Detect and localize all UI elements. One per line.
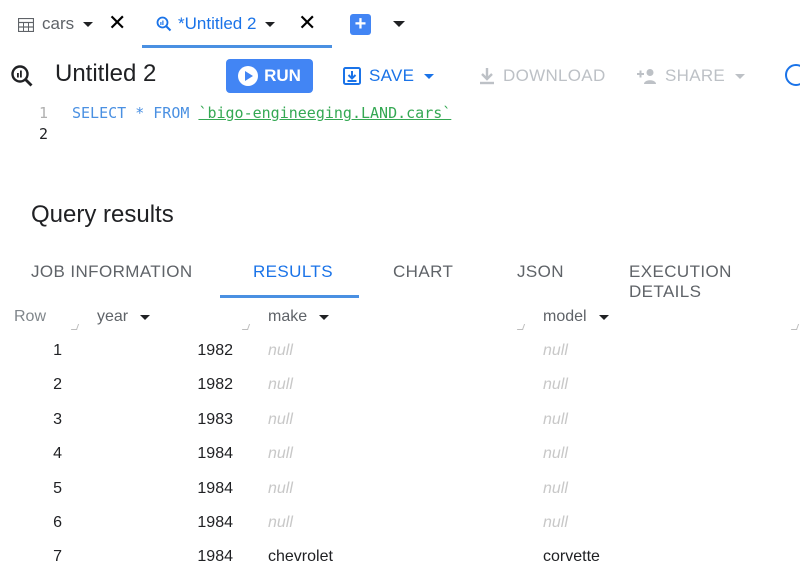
sort-menu-icon[interactable]: [140, 314, 151, 320]
download-label: DOWNLOAD: [503, 66, 606, 85]
chevron-down-icon[interactable]: [424, 73, 435, 79]
cell-model: null: [543, 445, 568, 462]
cell-year: 1984: [197, 514, 233, 531]
active-tab-indicator: [142, 45, 332, 48]
save-icon: [343, 67, 361, 85]
cell-year: 1983: [197, 411, 233, 428]
close-icon[interactable]: ✕: [298, 12, 316, 34]
table-reference-link[interactable]: `bigo-engineeging.LAND.cars`: [198, 104, 451, 122]
add-person-icon: [636, 68, 658, 84]
cell-model: null: [543, 411, 568, 428]
cell-model: corvette: [543, 548, 600, 565]
schedule-icon[interactable]: [785, 64, 800, 86]
row-number: 1: [53, 342, 62, 359]
row-number: 5: [53, 480, 62, 497]
cell-make: null: [268, 514, 293, 531]
cell-model: null: [543, 514, 568, 531]
table-row[interactable]: 5 1984 null null: [0, 472, 800, 506]
tab-untitled-2[interactable]: *Untitled 2 ✕: [142, 0, 332, 48]
column-header-row: Row: [14, 308, 46, 326]
sql-code: SELECT * FROM `bigo-engineeging.LAND.car…: [72, 102, 451, 124]
row-number: 3: [53, 411, 62, 428]
save-label: SAVE: [369, 66, 415, 85]
query-title[interactable]: Untitled 2: [55, 60, 156, 88]
chevron-down-icon[interactable]: [735, 73, 746, 79]
download-button[interactable]: DOWNLOAD: [479, 59, 606, 93]
tab-label: cars: [42, 14, 75, 33]
share-button[interactable]: SHARE: [636, 59, 746, 93]
column-label: model: [543, 308, 587, 325]
cell-year: 1984: [197, 445, 233, 462]
query-icon: [10, 64, 34, 93]
sql-keywords: SELECT * FROM: [72, 104, 199, 122]
column-resize-handle[interactable]: [516, 324, 526, 330]
cell-make: chevrolet: [268, 548, 333, 565]
line-number: 1: [38, 104, 48, 122]
cell-model: null: [543, 376, 568, 393]
column-label: year: [97, 308, 129, 325]
tab-execution-details[interactable]: EXECUTION DETAILS: [629, 262, 800, 302]
chevron-down-icon[interactable]: [265, 21, 276, 27]
line-number: 2: [38, 125, 48, 143]
results-table-header: Row year make model: [0, 302, 800, 336]
table-row[interactable]: 4 1984 null null: [0, 437, 800, 471]
share-label: SHARE: [665, 66, 726, 85]
chevron-down-icon[interactable]: [393, 21, 405, 27]
cell-make: null: [268, 411, 293, 428]
cell-year: 1984: [197, 548, 233, 565]
column-header-make[interactable]: make: [268, 308, 330, 326]
query-icon: [156, 16, 172, 32]
run-label: RUN: [264, 66, 301, 85]
chevron-down-icon[interactable]: [83, 21, 94, 27]
table-icon: [17, 17, 35, 33]
column-resize-handle[interactable]: [70, 324, 80, 330]
row-number: 6: [53, 514, 62, 531]
tab-json[interactable]: JSON: [517, 262, 564, 282]
column-resize-handle[interactable]: [241, 324, 251, 330]
cell-year: 1982: [197, 376, 233, 393]
table-row[interactable]: 1 1982 null null: [0, 334, 800, 368]
play-icon: [238, 66, 259, 86]
column-label: make: [268, 308, 308, 325]
cell-make: null: [268, 342, 293, 359]
close-icon[interactable]: ✕: [108, 12, 126, 34]
column-header-model[interactable]: model: [543, 308, 609, 326]
tab-results[interactable]: RESULTS: [253, 262, 333, 282]
run-button[interactable]: RUN: [226, 59, 313, 93]
sort-menu-icon[interactable]: [319, 314, 330, 320]
tab-cars[interactable]: cars ✕: [17, 0, 130, 48]
tab-chart[interactable]: CHART: [393, 262, 453, 282]
save-button[interactable]: SAVE: [343, 59, 435, 93]
download-icon: [479, 67, 495, 85]
table-row[interactable]: 7 1984 chevrolet corvette: [0, 540, 800, 572]
column-header-year[interactable]: year: [97, 308, 151, 326]
cell-year: 1982: [197, 342, 233, 359]
active-results-tab-indicator: [220, 295, 359, 298]
tab-job-information[interactable]: JOB INFORMATION: [31, 262, 193, 282]
sql-editor[interactable]: 1 SELECT * FROM `bigo-engineeging.LAND.c…: [0, 100, 800, 160]
column-resize-handle[interactable]: [790, 324, 800, 330]
table-row[interactable]: 3 1983 null null: [0, 403, 800, 437]
results-heading: Query results: [31, 201, 174, 228]
query-tab-strip: cars ✕ *Untitled 2 ✕ +: [0, 0, 800, 48]
row-number: 7: [53, 548, 62, 565]
sort-menu-icon[interactable]: [598, 314, 609, 320]
tab-label: *Untitled 2: [178, 14, 257, 33]
cell-model: null: [543, 342, 568, 359]
table-row[interactable]: 2 1982 null null: [0, 368, 800, 402]
cell-year: 1984: [197, 480, 233, 497]
cell-make: null: [268, 376, 293, 393]
table-row[interactable]: 6 1984 null null: [0, 506, 800, 540]
cell-make: null: [268, 480, 293, 497]
row-number: 2: [53, 376, 62, 393]
row-number: 4: [53, 445, 62, 462]
cell-make: null: [268, 445, 293, 462]
column-label: Row: [14, 308, 47, 325]
add-query-icon[interactable]: +: [350, 14, 371, 35]
cell-model: null: [543, 480, 568, 497]
